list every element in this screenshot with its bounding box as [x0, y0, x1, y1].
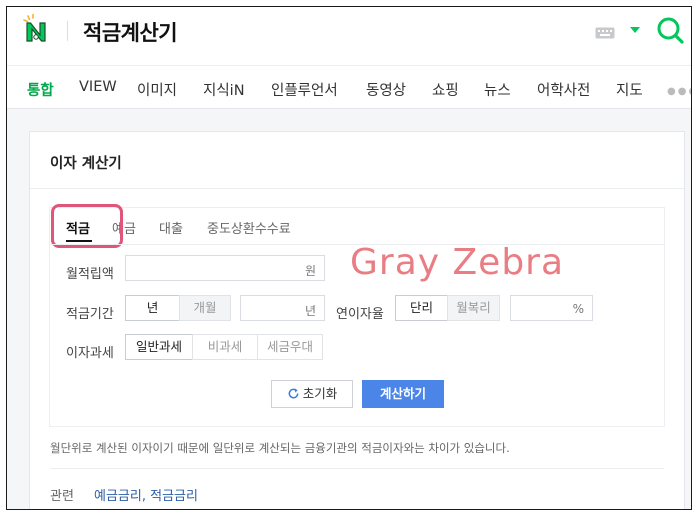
card-title: 이자 계산기 — [50, 156, 122, 172]
won-unit: 원 — [304, 264, 316, 278]
period-year-option[interactable]: 년 — [125, 295, 180, 321]
rate-compound-option[interactable]: 월복리 — [447, 295, 500, 321]
calculation-note: 월단위로 계산된 이자이기 때문에 일단위로 계산되는 금융기관의 적금이자와는… — [50, 441, 510, 455]
tab-view[interactable]: VIEW — [79, 79, 117, 95]
search-header: 적금계산기 — [7, 7, 691, 55]
percent-unit: % — [572, 302, 584, 316]
tab-shopping[interactable]: 쇼핑 — [432, 79, 459, 100]
savings-period-input[interactable]: 년 — [240, 295, 325, 321]
interest-calculator-card: 이자 계산기 적금 예금 대출 중도상환수수료 Gray Zebra 월적립액 … — [29, 131, 685, 509]
calc-tab-prepayment-fee[interactable]: 중도상환수수료 — [207, 218, 291, 237]
naver-logo-icon[interactable] — [21, 13, 53, 45]
keyboard-icon[interactable] — [595, 24, 615, 39]
monthly-amount-label: 월적립액 — [66, 267, 114, 282]
calc-tab-loan[interactable]: 대출 — [159, 218, 183, 237]
interest-tax-label: 이자과세 — [66, 346, 114, 361]
tax-preferential-option[interactable]: 세금우대 — [257, 334, 323, 360]
search-tabs: 통합 VIEW 이미지 지식iN 인플루언서 동영상 쇼핑 뉴스 어학사전 지도… — [7, 65, 691, 109]
tax-general-option[interactable]: 일반과세 — [125, 334, 193, 360]
period-month-option[interactable]: 개월 — [179, 295, 231, 321]
tab-highlight-box — [51, 204, 123, 248]
tab-images[interactable]: 이미지 — [137, 79, 177, 100]
chevron-down-icon[interactable] — [630, 27, 640, 33]
note-divider — [50, 468, 664, 469]
card-divider — [30, 188, 684, 189]
watermark: Gray Zebra — [350, 242, 565, 283]
annual-rate-input[interactable]: % — [510, 295, 593, 321]
calculator-panel: 적금 예금 대출 중도상환수수료 Gray Zebra 월적립액 원 적금기간 … — [49, 204, 665, 427]
related-label: 관련 — [50, 489, 74, 504]
tab-news[interactable]: 뉴스 — [484, 79, 511, 100]
annual-rate-label: 연이자율 — [336, 307, 384, 322]
calculate-button[interactable]: 계산하기 — [362, 380, 444, 408]
search-icon[interactable] — [655, 15, 685, 45]
rate-simple-option[interactable]: 단리 — [395, 295, 448, 321]
tab-dictionary[interactable]: 어학사전 — [537, 79, 590, 100]
tab-integrated[interactable]: 통합 — [27, 79, 54, 100]
related-links[interactable]: 예금금리, 적금금리 — [94, 485, 198, 504]
tax-exempt-option[interactable]: 비과세 — [192, 334, 258, 360]
tab-influencer[interactable]: 인플루언서 — [271, 79, 338, 100]
refresh-icon — [288, 388, 299, 399]
monthly-amount-input[interactable]: 원 — [125, 255, 325, 281]
tab-video[interactable]: 동영상 — [366, 79, 406, 100]
browser-frame: 적금계산기 통합 VIEW 이미지 지식iN 인플루언서 동영상 쇼핑 뉴스 어… — [6, 6, 692, 510]
year-unit: 년 — [304, 304, 316, 318]
more-icon[interactable]: ●●● — [667, 86, 691, 97]
search-query-text[interactable]: 적금계산기 — [83, 17, 178, 47]
savings-period-label: 적금기간 — [66, 307, 114, 322]
reset-label: 초기화 — [302, 386, 338, 401]
reset-button[interactable]: 초기화 — [271, 380, 353, 408]
tab-map[interactable]: 지도 — [616, 79, 643, 100]
header-divider — [67, 21, 68, 41]
tab-kin[interactable]: 지식iN — [203, 79, 245, 100]
